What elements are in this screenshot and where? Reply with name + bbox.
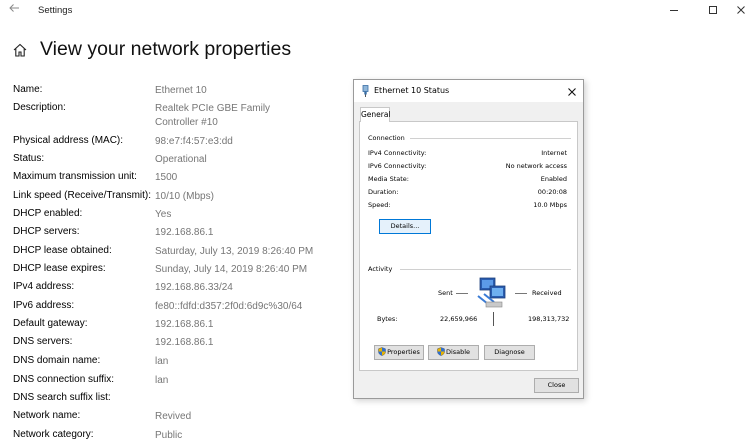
property-label: Link speed (Receive/Transmit): [13,190,152,201]
properties-button-label: Properties [387,348,420,356]
property-label: DHCP lease obtained: [13,245,112,256]
sent-line [456,293,468,294]
connection-divider [410,138,571,139]
property-label: Network name: [13,410,81,421]
property-value: Public [155,430,183,441]
property-label: DNS servers: [13,336,73,347]
network-computers-icon [477,277,506,308]
property-value: lan [155,356,169,367]
property-label: DNS search suffix list: [13,392,111,403]
dialog-close-button[interactable] [566,85,578,97]
property-label: Maximum transmission unit: [13,171,137,182]
settings-title-bar: Settings [0,0,750,22]
close-window-button[interactable] [733,2,749,18]
sent-label: Sent [438,289,453,297]
property-value-line2: Controller #10 [155,117,218,128]
close-icon [568,88,576,96]
property-value: Revived [155,411,192,422]
speed-value: 10.0 Mbps [533,201,567,209]
property-value: lan [155,375,169,386]
close-icon [737,6,745,14]
properties-button[interactable]: Properties [374,345,424,360]
app-title: Settings [38,5,73,16]
received-line [515,293,527,294]
ipv6-connectivity-value: No network access [505,162,567,170]
dialog-title-bar[interactable]: Ethernet 10 Status [354,80,583,102]
property-value: 192.168.86.33/24 [155,282,233,293]
property-value: 1500 [155,172,178,183]
property-value: 192.168.86.1 [155,319,214,330]
property-value: 192.168.86.1 [155,337,214,348]
activity-divider [400,269,571,270]
activity-heading: Activity [368,265,393,273]
property-value: Operational [155,154,207,165]
back-arrow-icon [9,4,19,12]
minimize-icon [670,10,678,11]
property-label: Default gateway: [13,318,88,329]
received-label: Received [532,289,562,297]
property-value: Yes [155,209,172,220]
ipv4-connectivity-value: Internet [541,149,567,157]
property-value: 98:e7:f4:57:e3:dd [155,136,233,147]
general-tab-panel: Connection IPv4 Connectivity: Internet I… [359,121,578,371]
dialog-title: Ethernet 10 Status [374,86,450,95]
duration-label: Duration: [368,188,399,196]
property-label: Description: [13,102,66,113]
maximize-button[interactable] [705,2,721,18]
property-value: Saturday, July 13, 2019 8:26:40 PM [155,246,314,257]
property-label: DNS domain name: [13,355,101,366]
bytes-received-value: 198,313,732 [528,315,570,323]
back-button[interactable] [6,2,22,18]
property-value: 192.168.86.1 [155,227,214,238]
disable-button-label: Disable [445,348,471,356]
bytes-divider [493,312,494,326]
bytes-sent-value: 22,659,966 [440,315,478,323]
property-label: DHCP servers: [13,226,80,237]
shield-icon [437,347,445,356]
property-label: DHCP enabled: [13,208,83,219]
property-label: DNS connection suffix: [13,374,114,385]
details-button[interactable]: Details... [379,219,431,234]
diagnose-button[interactable]: Diagnose [484,345,535,360]
speed-label: Speed: [368,201,391,209]
connection-heading: Connection [368,134,405,142]
bytes-label: Bytes: [377,315,398,323]
ethernet-status-dialog: Ethernet 10 Status General Connection IP… [353,79,584,399]
media-state-label: Media State: [368,175,409,183]
property-label: Status: [13,153,45,164]
maximize-icon [709,6,717,14]
property-label: IPv4 address: [13,281,75,292]
property-label: DHCP lease expires: [13,263,106,274]
property-label: Network category: [13,429,94,440]
page-title: View your network properties [40,38,292,60]
ipv6-connectivity-label: IPv6 Connectivity: [368,162,427,170]
property-label: IPv6 address: [13,300,75,311]
property-value: Realtek PCIe GBE Family [155,103,271,114]
network-adapter-icon [362,85,369,97]
home-icon [13,43,27,57]
property-value: fe80::fdfd:d357:2f0d:6d9c%30/64 [155,301,303,312]
duration-value: 00:20:08 [537,188,567,196]
property-value: Sunday, July 14, 2019 8:26:40 PM [155,264,308,275]
property-value: Ethernet 10 [155,85,207,96]
property-label: Physical address (MAC): [13,135,124,146]
close-button[interactable]: Close [534,378,579,393]
disable-button[interactable]: Disable [428,345,479,360]
property-value: 10/10 (Mbps) [155,191,214,202]
home-button[interactable] [12,42,28,58]
media-state-value: Enabled [540,175,567,183]
shield-icon [378,347,386,356]
tab-general[interactable]: General [360,107,391,122]
minimize-button[interactable] [666,2,682,18]
property-label: Name: [13,84,43,95]
ipv4-connectivity-label: IPv4 Connectivity: [368,149,427,157]
